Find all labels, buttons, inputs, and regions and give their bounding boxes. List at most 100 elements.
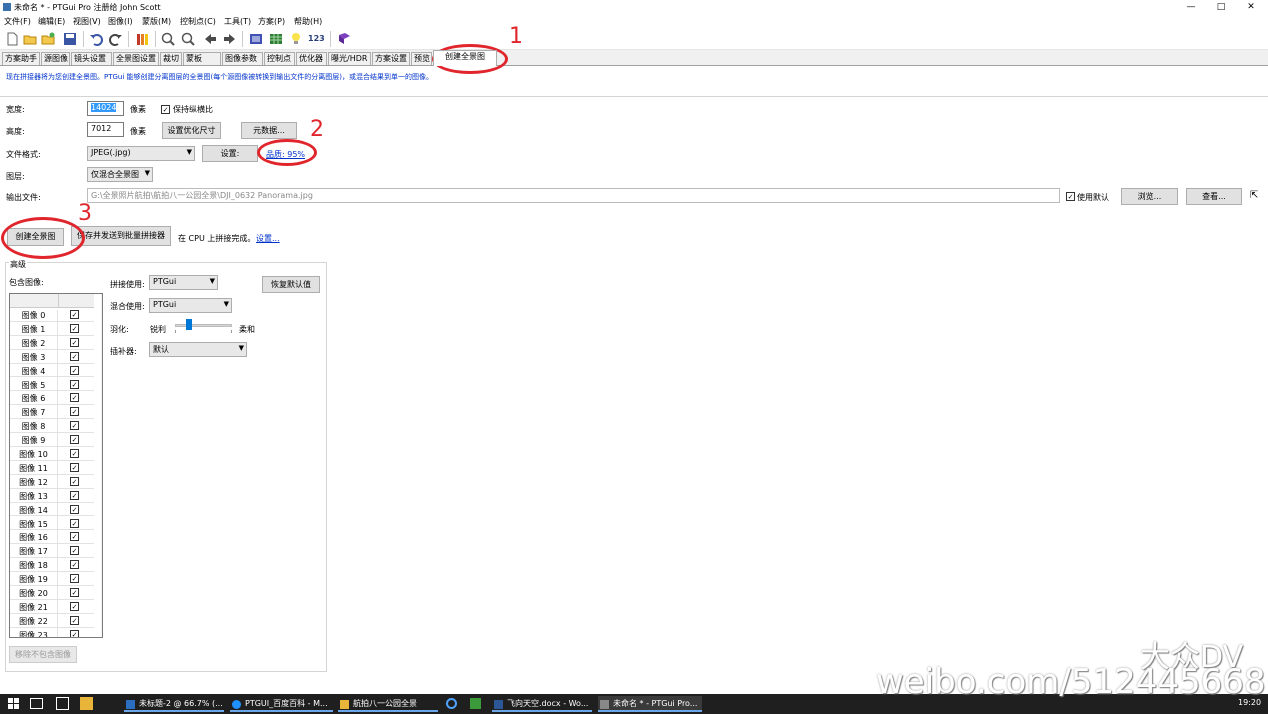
list-item[interactable]: 图像 1 ✓	[10, 322, 94, 338]
task-ptgui[interactable]: 未命名 * - PTGui Pro...	[598, 696, 702, 712]
height-input[interactable]: 7012	[87, 122, 124, 137]
list-item[interactable]: 图像 17 ✓	[10, 544, 94, 561]
set-optimal-size-button[interactable]: 设置优化尺寸	[162, 122, 221, 139]
folder-icon[interactable]	[80, 697, 93, 710]
include-image-checkbox[interactable]: ✓	[70, 421, 79, 431]
menu-project[interactable]: 方案(P)	[258, 16, 285, 27]
menu-view[interactable]: 视图(V)	[73, 16, 101, 27]
zoom-out-icon[interactable]	[180, 31, 196, 47]
format-settings-button[interactable]: 设置:	[202, 145, 258, 162]
lightbulb-icon[interactable]	[288, 31, 304, 47]
tab-panorama-settings[interactable]: 全景图设置	[113, 52, 159, 65]
panorama-editor-icon[interactable]	[248, 31, 264, 47]
list-item[interactable]: 图像 8 ✓	[10, 419, 94, 436]
list-item[interactable]: 图像 11 ✓	[10, 461, 94, 477]
list-item[interactable]: 图像 16 ✓	[10, 530, 94, 547]
save-send-batch-button[interactable]: 保存并发送到批量拼接器	[71, 226, 171, 246]
metadata-button[interactable]: 元数据...	[241, 122, 297, 139]
include-image-checkbox[interactable]: ✓	[70, 574, 79, 584]
file-format-select[interactable]: JPEG(.jpg) ▼	[87, 146, 195, 161]
open-icon[interactable]	[22, 31, 38, 47]
list-item[interactable]: 图像 12 ✓	[10, 475, 94, 491]
include-image-checkbox[interactable]: ✓	[70, 365, 79, 375]
tab-optimizer[interactable]: 优化器	[296, 52, 327, 65]
browse-button[interactable]: 浏览...	[1121, 188, 1178, 205]
numbers-icon[interactable]: 123	[308, 34, 325, 43]
include-image-checkbox[interactable]: ✓	[70, 615, 79, 625]
list-item[interactable]: 图像 5 ✓	[10, 378, 94, 394]
view-button[interactable]: 查看...	[1186, 188, 1242, 205]
arrow-left-icon[interactable]	[202, 31, 218, 47]
book-icon[interactable]	[336, 31, 352, 47]
list-item[interactable]: 图像 18 ✓	[10, 558, 94, 575]
tab-project-settings[interactable]: 方案设置	[372, 52, 410, 65]
tools-icon[interactable]	[134, 31, 150, 47]
include-image-checkbox[interactable]: ✓	[70, 462, 79, 472]
include-image-checkbox[interactable]: ✓	[70, 337, 79, 347]
tab-create-panorama[interactable]: 创建全景图	[433, 50, 497, 66]
include-image-checkbox[interactable]: ✓	[70, 546, 79, 556]
include-image-checkbox[interactable]: ✓	[70, 476, 79, 486]
close-button[interactable]: ✕	[1236, 0, 1266, 14]
list-scrollbar[interactable]: ▲ ▼	[101, 294, 102, 637]
interpolator-select[interactable]: 默认 ▼	[149, 342, 247, 357]
keep-ratio-checkbox[interactable]: ✓	[161, 105, 170, 114]
list-item[interactable]: 图像 2 ✓	[10, 336, 94, 352]
menu-image[interactable]: 图像(I)	[108, 16, 133, 27]
include-image-checkbox[interactable]: ✓	[70, 601, 79, 611]
task-view-icon[interactable]	[30, 698, 43, 709]
task-photoshop[interactable]: 未标题-2 @ 66.7% (...	[124, 696, 224, 712]
include-image-checkbox[interactable]: ✓	[70, 560, 79, 570]
include-image-checkbox[interactable]: ✓	[70, 532, 79, 542]
redo-icon[interactable]	[108, 31, 124, 47]
list-item[interactable]: 图像 21 ✓	[10, 600, 94, 616]
task-word[interactable]: 飞向天空.docx - Wo...	[492, 696, 592, 712]
menu-control-points[interactable]: 控制点(C)	[180, 16, 216, 27]
open-recent-icon[interactable]	[40, 31, 56, 47]
tab-crop[interactable]: 裁切	[160, 52, 182, 65]
include-image-checkbox[interactable]: ✓	[70, 588, 79, 597]
tab-source-images[interactable]: 源图像	[41, 52, 70, 65]
minimize-button[interactable]: —	[1176, 0, 1206, 14]
list-item[interactable]: 图像 14 ✓	[10, 503, 94, 519]
include-image-checkbox[interactable]: ✓	[70, 490, 79, 500]
list-item[interactable]: 图像 20 ✓	[10, 586, 94, 602]
windows-start-icon[interactable]	[8, 698, 20, 710]
include-image-checkbox[interactable]: ✓	[70, 504, 79, 514]
list-item[interactable]: 图像 9 ✓	[10, 433, 94, 450]
layers-select[interactable]: 仅混合全景图 ▼	[87, 167, 153, 182]
tab-project-assistant[interactable]: 方案助手	[2, 52, 40, 65]
feather-slider[interactable]	[175, 319, 232, 333]
tab-preview[interactable]: 预览	[411, 52, 432, 65]
search-icon[interactable]	[446, 698, 457, 709]
include-image-checkbox[interactable]: ✓	[70, 351, 79, 361]
file-explorer-icon[interactable]	[56, 697, 69, 710]
tab-mask[interactable]: 蒙板	[183, 52, 221, 65]
list-item[interactable]: 图像 10 ✓	[10, 447, 94, 463]
include-image-checkbox[interactable]: ✓	[70, 323, 79, 333]
menu-file[interactable]: 文件(F)	[4, 16, 31, 27]
list-item[interactable]: 图像 4 ✓	[10, 364, 94, 380]
list-item[interactable]: 图像 13 ✓	[10, 489, 94, 505]
zoom-in-icon[interactable]	[160, 31, 176, 47]
list-item[interactable]: 图像 3 ✓	[10, 350, 94, 366]
list-item[interactable]: 图像 0 ✓	[10, 308, 94, 324]
include-image-checkbox[interactable]: ✓	[70, 435, 79, 445]
include-image-checkbox[interactable]: ✓	[70, 393, 79, 403]
stitch-settings-link[interactable]: 设置...	[256, 233, 280, 244]
feather-slider-thumb[interactable]	[186, 319, 193, 330]
tab-control-points[interactable]: 控制点	[264, 52, 295, 65]
width-input[interactable]: 14024	[87, 101, 124, 116]
menu-edit[interactable]: 编辑(E)	[38, 16, 65, 27]
menu-mask[interactable]: 蒙版(M)	[142, 16, 171, 27]
app-icon[interactable]	[470, 698, 481, 709]
table-icon[interactable]	[268, 31, 284, 47]
tab-lens-settings[interactable]: 镜头设置	[71, 52, 112, 65]
include-image-checkbox[interactable]: ✓	[70, 407, 79, 417]
maximize-button[interactable]: □	[1206, 0, 1236, 14]
arrow-right-icon[interactable]	[222, 31, 238, 47]
include-image-checkbox[interactable]: ✓	[70, 379, 79, 389]
undo-icon[interactable]	[88, 31, 104, 47]
task-folder[interactable]: 航拍八一公园全景	[338, 696, 438, 712]
include-image-checkbox[interactable]: ✓	[70, 518, 79, 528]
